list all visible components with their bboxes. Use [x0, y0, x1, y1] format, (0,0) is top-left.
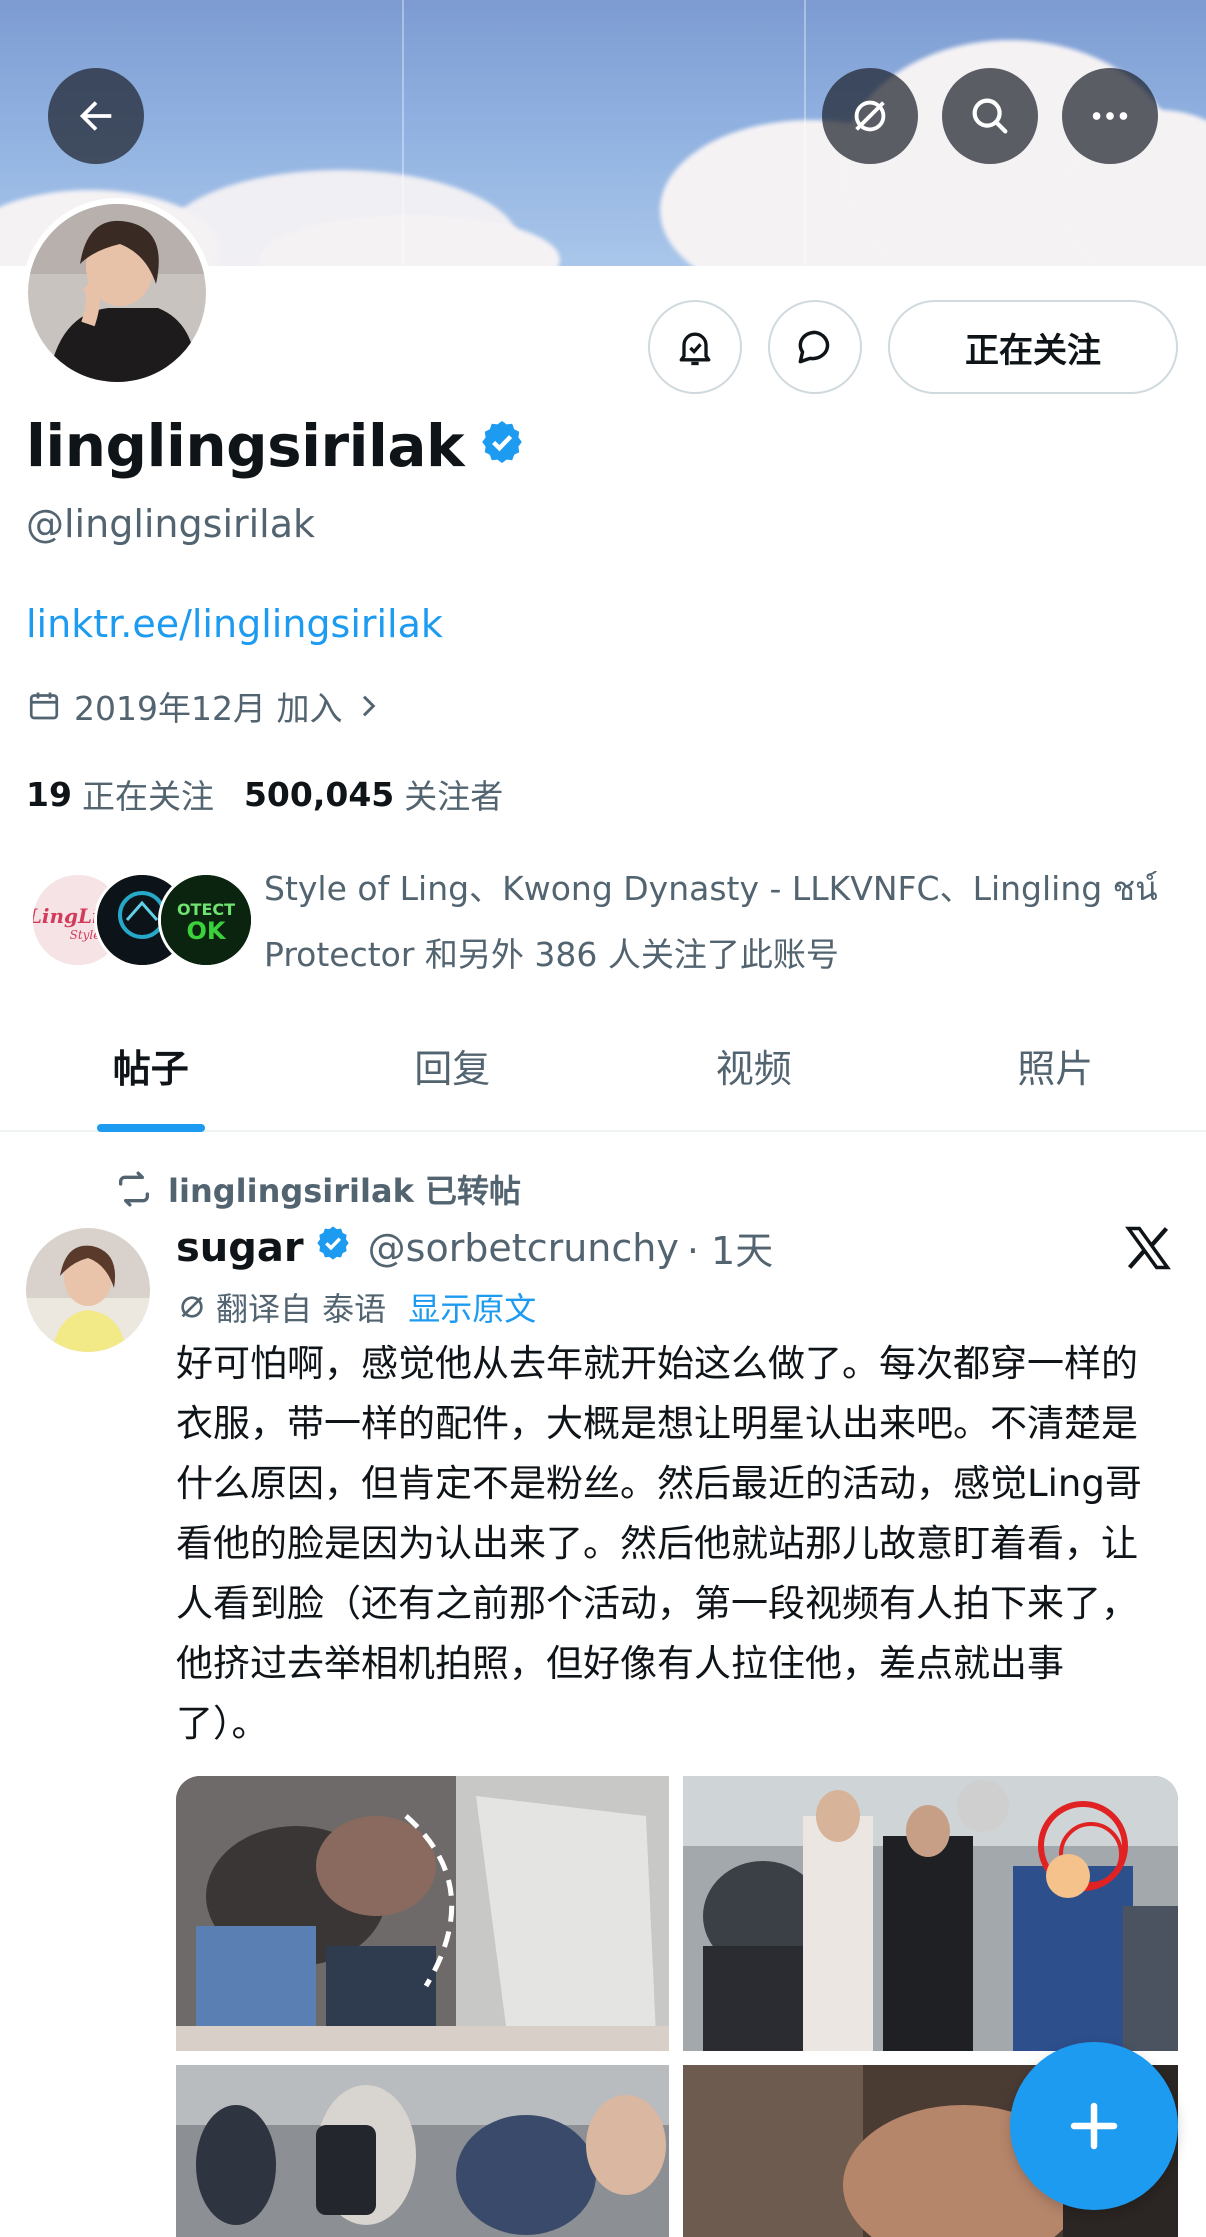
post-media-3[interactable] [176, 2065, 669, 2237]
calendar-icon [29, 692, 59, 720]
profile-stats: 19 正在关注 500,045 关注者 [26, 770, 503, 818]
display-name-text: linglingsirilak [26, 412, 465, 480]
back-arrow-icon [79, 101, 112, 131]
profile-avatar[interactable] [22, 198, 212, 388]
verified-badge-icon[interactable] [314, 1224, 352, 1272]
translate-icon [854, 100, 886, 132]
notification-bell-icon [679, 332, 711, 366]
repost-indicator[interactable]: linglingsirilak 已转帖 [114, 1166, 521, 1212]
following-button[interactable]: 正在关注 [888, 300, 1178, 394]
post-text: 好可怕啊，感觉他从去年就开始这么做了。每次都穿一样的衣服，带一样的配件，大概是想… [176, 1342, 1142, 1745]
profile-handle: @linglingsirilak [26, 502, 316, 546]
verified-badge-icon[interactable] [478, 412, 526, 480]
repost-icon [119, 1171, 149, 1207]
translate-icon [181, 1296, 203, 1318]
show-original-link[interactable]: 显示原文 [408, 1284, 536, 1330]
tab-photos[interactable]: 照片 [905, 1000, 1206, 1130]
post-media-1[interactable] [176, 1776, 669, 2051]
svg-text:OK: OK [187, 917, 227, 945]
following-label[interactable]: 正在关注 [82, 770, 214, 818]
tab-replies[interactable]: 回复 [302, 1000, 604, 1130]
notification-button[interactable] [648, 300, 742, 394]
follower-avatar: OTECT OK [158, 872, 254, 968]
followers-count[interactable]: 500,045 [244, 775, 394, 814]
tab-posts[interactable]: 帖子 [0, 1000, 302, 1130]
more-icon [1092, 112, 1128, 120]
post-header: sugar @sorbetcrunchy · 1天 [176, 1220, 773, 1275]
back-button[interactable] [48, 68, 144, 164]
translation-info: 翻译自 泰语 显示原文 [176, 1284, 536, 1330]
search-icon [972, 98, 1008, 134]
profile-display-name: linglingsirilak [26, 412, 526, 480]
following-count[interactable]: 19 [26, 775, 72, 814]
followed-by-text: Style of Ling、Kwong Dynasty - LLKVNFC、Li… [264, 869, 1158, 974]
post-author-handle[interactable]: @sorbetcrunchy [368, 1226, 679, 1270]
search-button[interactable] [942, 68, 1038, 164]
post-author-avatar[interactable] [26, 1228, 150, 1352]
message-icon [798, 330, 830, 364]
followers-you-know[interactable]: LingLingStyle OTECTOK Style of Ling、Kwon… [26, 850, 1186, 990]
post-time[interactable]: · 1天 [687, 1220, 773, 1275]
followers-label[interactable]: 关注者 [404, 770, 503, 818]
profile-tabs: 帖子 回复 视频 照片 [0, 1000, 1206, 1132]
joined-date-text: 2019年12月 加入 [74, 689, 343, 728]
translate-label: 翻译自 泰语 [216, 1290, 387, 1328]
profile-link[interactable]: linktr.ee/linglingsirilak [26, 602, 443, 646]
x-logo-icon[interactable] [1122, 1222, 1174, 1278]
plus-icon [1070, 2102, 1118, 2150]
chevron-right-icon [363, 695, 376, 717]
translate-button[interactable] [822, 68, 918, 164]
compose-button[interactable] [1010, 2042, 1178, 2210]
message-button[interactable] [768, 300, 862, 394]
post-author-name[interactable]: sugar [176, 1225, 304, 1271]
tab-videos[interactable]: 视频 [603, 1000, 905, 1130]
joined-date[interactable]: 2019年12月 加入 [26, 682, 396, 730]
post-media-2[interactable] [683, 1776, 1178, 2051]
more-button[interactable] [1062, 68, 1158, 164]
repost-label: linglingsirilak 已转帖 [168, 1172, 522, 1210]
